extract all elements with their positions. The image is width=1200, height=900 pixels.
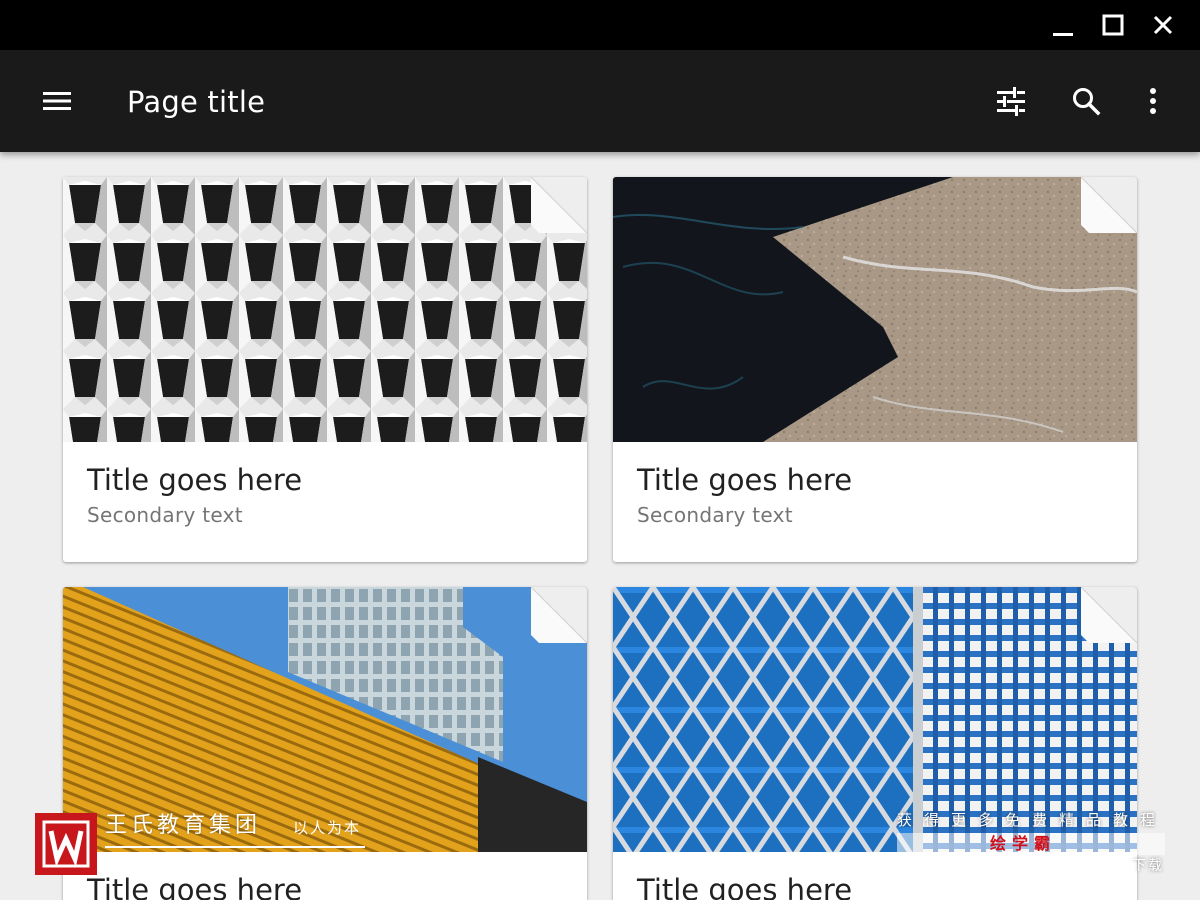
- close-button[interactable]: [1138, 0, 1188, 50]
- w-logo-icon: [42, 820, 90, 868]
- card-title: Title goes here: [637, 463, 853, 497]
- card-image: [613, 177, 1137, 442]
- concrete-shadow-photo: [613, 177, 1137, 442]
- watermark-org: 王氏教育集团: [105, 813, 262, 838]
- watermark-download: 下载: [1132, 858, 1164, 874]
- tune-button[interactable]: [987, 77, 1035, 125]
- menu-button[interactable]: [33, 77, 81, 125]
- page-title: Page title: [127, 85, 266, 119]
- search-icon: [1073, 88, 1101, 116]
- card-title: Title goes here: [87, 873, 303, 900]
- minimize-icon: [1053, 33, 1073, 36]
- maximize-button[interactable]: [1088, 0, 1138, 50]
- card-secondary-text: Secondary text: [637, 503, 793, 527]
- corner-fold-icon: [1081, 587, 1137, 643]
- watermark-slogan: 以人为本: [293, 819, 362, 837]
- search-button[interactable]: [1062, 77, 1110, 125]
- maximize-icon: [1102, 14, 1124, 36]
- card-title: Title goes here: [637, 873, 853, 900]
- watermark-right-text: 获得更多免费精品教程: [897, 811, 1168, 829]
- close-icon: [1153, 15, 1173, 35]
- watermark-underline: [105, 846, 365, 848]
- watermark-logo: [35, 813, 97, 875]
- white-geometric-facade-photo: [63, 177, 587, 442]
- app-bar: Page title: [0, 50, 1200, 152]
- corner-fold-icon: [1081, 177, 1137, 233]
- more-options-button[interactable]: [1129, 77, 1177, 125]
- card-image: [63, 177, 587, 442]
- minimize-button[interactable]: [1038, 0, 1088, 50]
- card-3[interactable]: Title goes here: [63, 587, 587, 900]
- tune-icon: [997, 87, 1025, 116]
- card-1[interactable]: Title goes here Secondary text: [63, 177, 587, 562]
- watermark-brand: 绘学霸: [990, 834, 1057, 853]
- card-secondary-text: Secondary text: [87, 503, 243, 527]
- corner-fold-icon: [531, 177, 587, 233]
- window-titlebar: [0, 0, 1200, 50]
- card-2[interactable]: Title goes here Secondary text: [613, 177, 1137, 562]
- card-title: Title goes here: [87, 463, 303, 497]
- corner-fold-icon: [531, 587, 587, 643]
- more-vert-icon: [1150, 88, 1156, 114]
- menu-icon: [43, 92, 71, 110]
